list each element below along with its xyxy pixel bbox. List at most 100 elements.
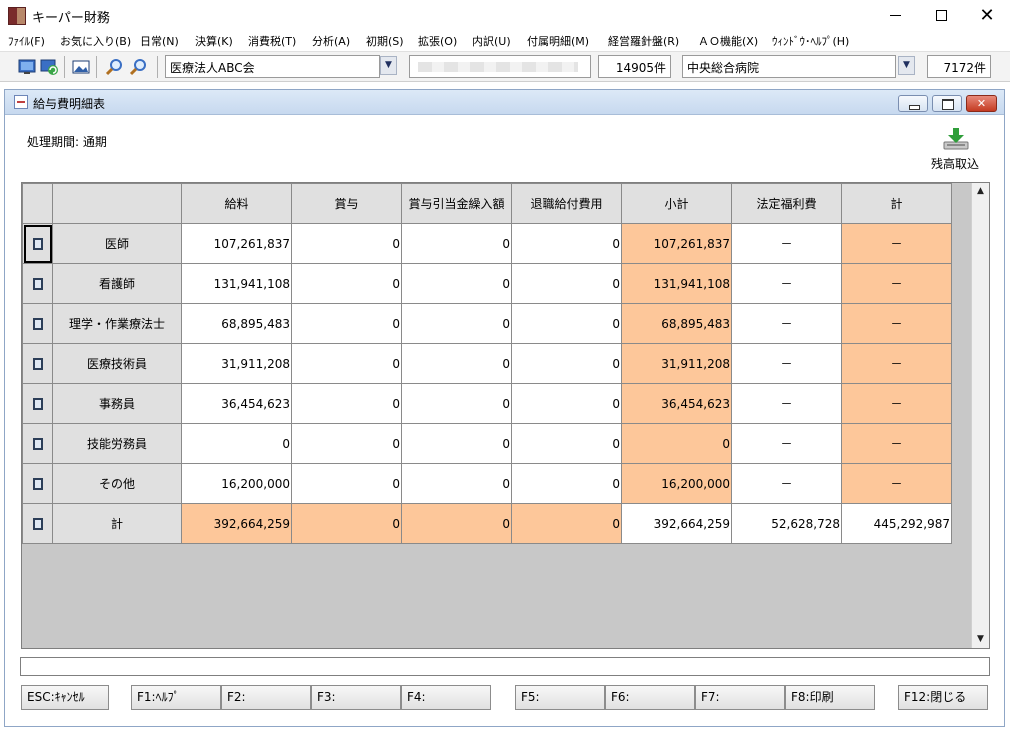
row-doctor[interactable]: 医師 107,261,837 0 0 0 107,261,837 －－ xyxy=(22,223,952,264)
corporation-dropdown-arrow[interactable]: ▼ xyxy=(380,56,397,75)
cell-retirement-cost[interactable]: 0 xyxy=(511,343,622,384)
cell-salary[interactable]: 68,895,483 xyxy=(181,303,292,344)
cell-retirement-cost[interactable]: 0 xyxy=(511,263,622,304)
maximize-button[interactable] xyxy=(918,0,964,31)
menu-attached[interactable]: 付属明細(M) xyxy=(527,33,589,49)
cell-salary[interactable]: 131,941,108 xyxy=(181,263,292,304)
row-select-cell[interactable] xyxy=(22,383,53,424)
cell-legal-welfare[interactable]: － xyxy=(731,383,842,424)
f6-button[interactable]: F6: xyxy=(605,685,695,710)
row-select-cell[interactable] xyxy=(22,343,53,384)
facility-dropdown-arrow[interactable]: ▼ xyxy=(898,56,915,75)
row-select-cell[interactable] xyxy=(22,223,53,264)
menu-tax[interactable]: 消費税(T) xyxy=(248,33,296,49)
menu-compass[interactable]: 経営羅針盤(R) xyxy=(608,33,679,49)
cell-retirement-cost[interactable]: 0 xyxy=(511,223,622,264)
cell-legal-welfare[interactable]: － xyxy=(731,303,842,344)
f5-button[interactable]: F5: xyxy=(515,685,605,710)
cell-bonus-provision[interactable]: 0 xyxy=(401,303,512,344)
menu-favorites[interactable]: お気に入り(B) xyxy=(60,33,131,49)
cell-retirement-cost[interactable]: 0 xyxy=(511,303,622,344)
cell-subtotal[interactable]: 0 xyxy=(621,423,732,464)
menu-breakdown[interactable]: 内訳(U) xyxy=(472,33,511,49)
row-select-cell[interactable] xyxy=(22,423,53,464)
cell-total[interactable]: － xyxy=(841,383,952,424)
cell-bonus-provision[interactable]: 0 xyxy=(401,343,512,384)
menu-closing[interactable]: 決算(K) xyxy=(195,33,233,49)
cell-salary[interactable]: 36,454,623 xyxy=(181,383,292,424)
f7-button[interactable]: F7: xyxy=(695,685,785,710)
row-other[interactable]: その他 16,200,000 0 0 0 16,200,000 －－ xyxy=(22,463,952,504)
cell-retirement-cost[interactable]: 0 xyxy=(511,503,622,544)
row-select-cell[interactable] xyxy=(22,503,53,544)
cell-bonus[interactable]: 0 xyxy=(291,423,402,464)
refresh-monitor-icon[interactable] xyxy=(40,58,58,76)
cell-bonus-provision[interactable]: 0 xyxy=(401,263,512,304)
row-select-icon[interactable] xyxy=(32,318,43,330)
f3-button[interactable]: F3: xyxy=(311,685,401,710)
row-select-icon[interactable] xyxy=(32,238,43,250)
cell-salary[interactable]: 0 xyxy=(181,423,292,464)
cell-legal-welfare[interactable]: － xyxy=(731,223,842,264)
cell-retirement-cost[interactable]: 0 xyxy=(511,383,622,424)
cell-bonus[interactable]: 0 xyxy=(291,263,402,304)
cell-bonus-provision[interactable]: 0 xyxy=(401,423,512,464)
cell-bonus[interactable]: 0 xyxy=(291,383,402,424)
row-select-cell[interactable] xyxy=(22,263,53,304)
menu-file[interactable]: ﾌｧｲﾙ(F) xyxy=(8,33,45,49)
row-select-cell[interactable] xyxy=(22,303,53,344)
cell-salary[interactable]: 16,200,000 xyxy=(181,463,292,504)
sub-minimize-button[interactable] xyxy=(898,95,928,112)
cell-bonus-provision[interactable]: 0 xyxy=(401,223,512,264)
menu-initial[interactable]: 初期(S) xyxy=(366,33,404,49)
balance-import-button[interactable]: 残高取込 xyxy=(925,127,985,173)
cell-retirement-cost[interactable]: 0 xyxy=(511,423,622,464)
row-select-icon[interactable] xyxy=(32,478,43,490)
row-laborer[interactable]: 技能労務員 0 0 0 0 0 －－ xyxy=(22,423,952,464)
row-clerk[interactable]: 事務員 36,454,623 0 0 0 36,454,623 －－ xyxy=(22,383,952,424)
sub-restore-button[interactable] xyxy=(932,95,962,112)
scroll-up-arrow[interactable]: ▲ xyxy=(972,183,989,200)
f8-print-button[interactable]: F8:印刷 xyxy=(785,685,875,710)
esc-cancel-button[interactable]: ESC:ｷｬﾝｾﾙ xyxy=(21,685,109,710)
cell-bonus-provision[interactable]: 0 xyxy=(401,463,512,504)
zoom-out-icon[interactable] xyxy=(129,58,147,76)
cell-total[interactable]: 445,292,987 xyxy=(841,503,952,544)
facility-select[interactable]: 中央総合病院 xyxy=(682,55,896,78)
cell-bonus[interactable]: 0 xyxy=(291,343,402,384)
menu-extend[interactable]: 拡張(O) xyxy=(418,33,457,49)
scroll-down-arrow[interactable]: ▼ xyxy=(972,631,989,648)
f2-button[interactable]: F2: xyxy=(221,685,311,710)
cell-salary[interactable]: 107,261,837 xyxy=(181,223,292,264)
cell-bonus[interactable]: 0 xyxy=(291,503,402,544)
cell-salary[interactable]: 31,911,208 xyxy=(181,343,292,384)
cell-total[interactable]: － xyxy=(841,463,952,504)
corporation-select[interactable]: 医療法人ABC会 xyxy=(165,55,380,78)
cell-subtotal[interactable]: 31,911,208 xyxy=(621,343,732,384)
cell-bonus-provision[interactable]: 0 xyxy=(401,383,512,424)
cell-total[interactable]: － xyxy=(841,223,952,264)
cell-total[interactable]: － xyxy=(841,343,952,384)
cell-bonus[interactable]: 0 xyxy=(291,303,402,344)
row-select-icon[interactable] xyxy=(32,518,43,530)
row-therapist[interactable]: 理学・作業療法士 68,895,483 0 0 0 68,895,483 －－ xyxy=(22,303,952,344)
f4-button[interactable]: F4: xyxy=(401,685,491,710)
cell-legal-welfare[interactable]: － xyxy=(731,263,842,304)
row-select-cell[interactable] xyxy=(22,463,53,504)
cell-bonus-provision[interactable]: 0 xyxy=(401,503,512,544)
cell-legal-welfare[interactable]: － xyxy=(731,463,842,504)
cell-subtotal[interactable]: 107,261,837 xyxy=(621,223,732,264)
row-select-icon[interactable] xyxy=(32,358,43,370)
menu-analysis[interactable]: 分析(A) xyxy=(312,33,350,49)
cell-total[interactable]: － xyxy=(841,263,952,304)
cell-legal-welfare[interactable]: － xyxy=(731,343,842,384)
f1-help-button[interactable]: F1:ﾍﾙﾌﾟ xyxy=(131,685,221,710)
monitor-icon[interactable] xyxy=(18,58,36,76)
cell-subtotal[interactable]: 36,454,623 xyxy=(621,383,732,424)
row-select-icon[interactable] xyxy=(32,438,43,450)
cell-bonus[interactable]: 0 xyxy=(291,463,402,504)
cell-legal-welfare[interactable]: － xyxy=(731,423,842,464)
cell-bonus[interactable]: 0 xyxy=(291,223,402,264)
cell-subtotal[interactable]: 16,200,000 xyxy=(621,463,732,504)
picture-icon[interactable] xyxy=(72,58,90,76)
